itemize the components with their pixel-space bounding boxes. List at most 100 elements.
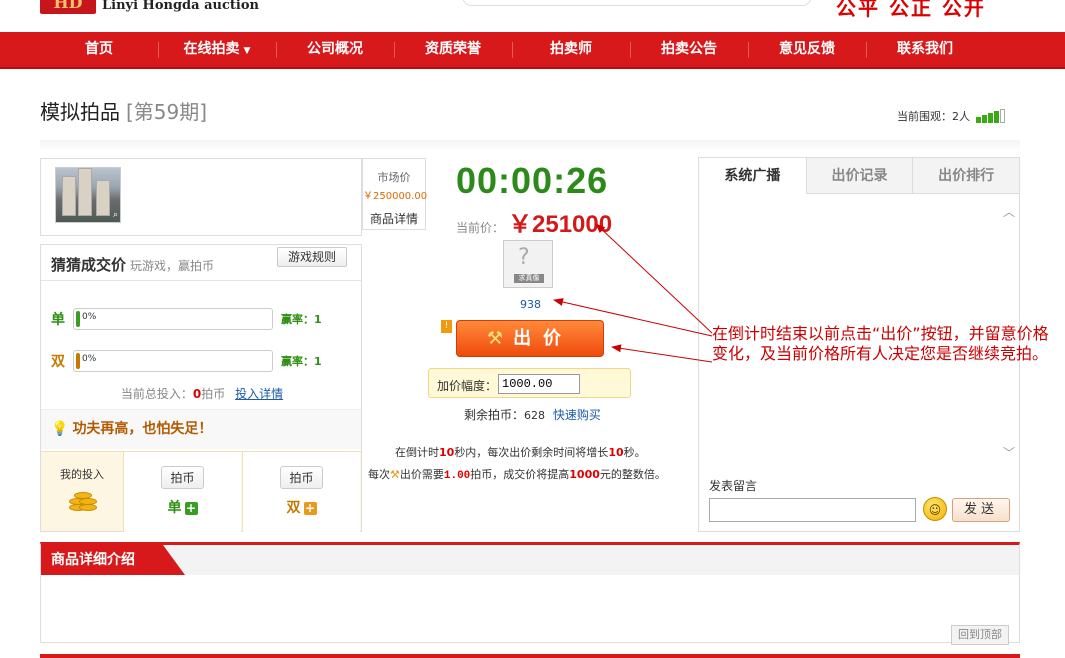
quick-buy-link[interactable]: 快速购买 [553,408,601,422]
back-to-top-button[interactable]: 回到顶部 [951,625,1009,645]
emoji-icon[interactable]: ☺ [923,497,947,521]
logo[interactable]: HD [40,0,96,14]
market-price-label: 市场价 [377,171,411,184]
odd-percent: 0% [82,312,97,322]
guess-header: 猜猜成交价 玩游戏，赢拍币 游戏规则 [41,245,361,281]
countdown-timer: 00:00:26 [456,160,609,201]
page-title-text: 模拟拍品 [40,100,120,124]
unknown-user-icon: ? [518,245,530,270]
even-invest-label: 双 [286,500,301,516]
nav-item-honors[interactable]: 资质荣誉 [394,32,512,67]
main-nav: 首页 在线拍卖 ▼ 公司概况 资质荣誉 拍卖师 拍卖公告 意见反馈 联系我们 [0,32,1065,69]
total-label: 当前总投入： [120,387,193,401]
tab-bid-ranking[interactable]: 出价排行 [912,158,1019,193]
even-win-rate: 赢率：1 [281,355,322,368]
current-price: 当前价： ￥251000 [456,204,612,239]
divider [40,140,1020,152]
plus-icon[interactable]: + [184,501,198,515]
comment-input[interactable] [709,498,916,522]
guess-title: 猜猜成交价 玩游戏，赢拍币 [51,254,214,275]
even-percent: 0% [82,354,97,364]
product-summary: ⌕ 市场价 ￥250000.00 商品详情 [40,158,427,236]
coins-icon [67,490,97,514]
even-invest-panel: 拍币 双 + [242,452,360,532]
arrow-to-price [595,223,713,334]
odd-label: 单 [51,312,65,328]
product-detail-button[interactable]: 商品详情 [363,210,425,227]
bid-button[interactable]: ⚒ 出价 [456,320,604,357]
slogan: 公平 公正 公开 [836,0,986,20]
odd-invest-label: 单 [167,500,182,516]
invest-detail-link[interactable]: 投入详情 [235,387,283,401]
total-unit: 拍币 [201,387,226,401]
my-invest: 我的投入 [41,452,123,532]
total-invest-line: 当前总投入：0拍币 投入详情 [41,385,363,402]
bidder-avatar[interactable]: ? 求真像 [503,240,553,288]
odd-invest-panel: 拍币 单 + [123,452,241,532]
market-price-value: ￥250000.00 [363,191,428,202]
lightbulb-icon: 💡 [51,421,69,437]
zoom-icon[interactable]: ⌕ [113,210,118,220]
market-price-card: 市场价 ￥250000.00 商品详情 [362,158,428,230]
bid-button-label: 出价 [513,328,574,349]
send-button[interactable]: 发送 [952,498,1010,522]
invest-area: 我的投入 拍币 单 + 拍币 双 + [41,451,361,532]
comment-title: 发表留言 [709,479,758,493]
product-image[interactable]: ⌕ [55,167,121,223]
arrow-to-bid-button [611,344,713,363]
top-header: HD Linyi Hongda auction 公平 公正 公开 [0,0,1065,32]
even-coin-button[interactable]: 拍币 [280,466,323,489]
odd-invest: 单 + [124,497,241,517]
raise-label: 加价幅度： [437,379,498,393]
info-tabs: 系统广播 出价记录 出价排行 [699,158,1019,195]
total-value: 0 [192,387,202,401]
even-bet-row: 双 0% 赢率：1 [51,349,322,373]
avatar-tag: 求真像 [514,274,544,283]
page-title: 模拟拍品 [第59期] [40,96,207,125]
nav-item-home[interactable]: 首页 [40,32,158,67]
remain-label: 剩余拍币： [464,408,525,422]
game-rules-button[interactable]: 游戏规则 [276,247,347,267]
guess-title-text: 猜猜成交价 [51,256,127,274]
nav-item-label: 在线拍卖 [183,41,240,57]
tab-bid-records[interactable]: 出价记录 [805,158,913,193]
nav-item-auctioneer[interactable]: 拍卖师 [512,32,630,67]
viewer-count: 当前围观： 2人 [897,108,1006,124]
nav-item-contact[interactable]: 联系我们 [866,32,984,67]
product-details-section: 商品详细介绍 回到顶部 [40,542,1020,645]
gavel-icon: ⚒ [390,468,400,481]
my-invest-label: 我的投入 [60,468,104,481]
viewers-label: 当前围观： [897,110,952,123]
nav-item-company[interactable]: 公司概况 [276,32,394,67]
detail-header-strip [41,545,1019,575]
search-input[interactable] [462,0,812,6]
nav-item-announcement[interactable]: 拍卖公告 [630,32,748,67]
gavel-icon: ⚒ [486,328,504,349]
rule-text-2: 每次⚒出价需要1.00拍币，成交价将提高1000元的整数倍。 [368,468,666,482]
even-label: 双 [51,354,65,370]
rule-text-1: 在倒计时10秒内，每次出价剩余时间将增长10秒。 [395,446,646,459]
nav-item-online-auction[interactable]: 在线拍卖 ▼ [158,32,276,67]
current-price-label: 当前价： [456,221,505,235]
divider [40,654,1020,658]
chevron-down-icon[interactable]: ﹀ [1003,444,1015,461]
raise-amount-box: 加价幅度： [428,368,631,398]
guess-subtitle: 玩游戏，赢拍币 [130,259,215,273]
even-invest: 双 + [243,497,360,517]
even-progress-fill [76,353,80,369]
bidder-id[interactable]: 938 [520,298,541,311]
tab-system-broadcast[interactable]: 系统广播 [699,158,806,195]
issue-number: [第59期] [126,100,208,124]
odd-bet-row: 单 0% 赢率：1 [51,307,322,331]
raise-amount-input[interactable] [498,374,580,394]
chevron-down-icon: ▼ [243,46,251,56]
annotation-text: 在倒计时结束以前点击“出价”按钮，并留意价格变化，及当前价格所有人决定您是否继续… [712,324,1049,363]
odd-coin-button[interactable]: 拍币 [161,466,204,489]
nav-item-feedback[interactable]: 意见反馈 [748,32,866,67]
alert-icon: ! [441,320,452,333]
viewers-value: 2人 [952,110,970,123]
chevron-up-icon[interactable]: ︿ [1003,203,1015,220]
plus-icon[interactable]: + [303,501,317,515]
guess-price-game: 猜猜成交价 玩游戏，赢拍币 游戏规则 单 0% 赢率：1 双 0% 赢率：1 当前… [40,244,362,532]
product-details-tab[interactable]: 商品详细介绍 [41,545,185,575]
